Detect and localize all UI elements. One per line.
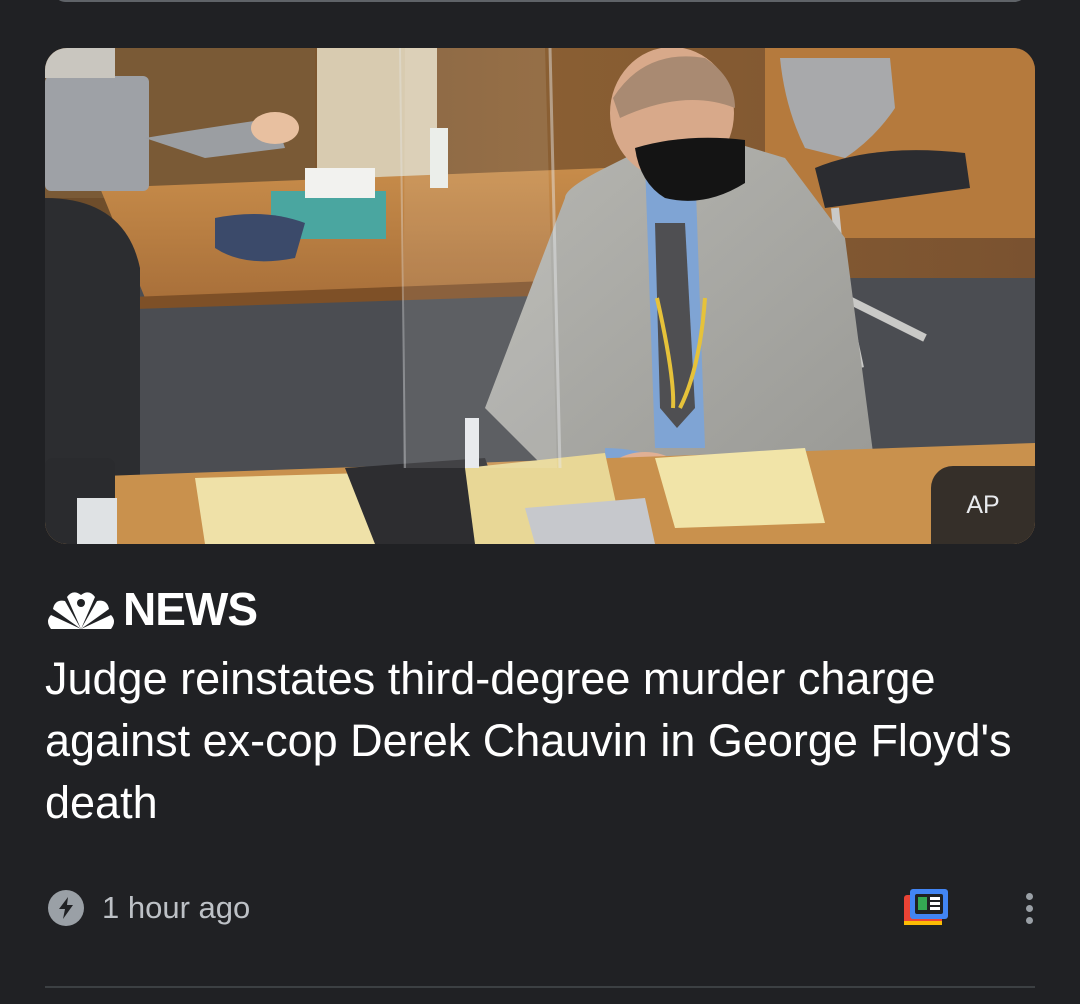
- bolt-icon: [48, 890, 84, 926]
- card-divider: [45, 986, 1035, 988]
- news-feed: AP NEWS Judge reinstates third-degree mu…: [0, 0, 1080, 1004]
- article-headline[interactable]: Judge reinstates third-degree murder cha…: [45, 648, 1020, 834]
- publisher-name: NEWS: [123, 583, 258, 635]
- more-vert-icon[interactable]: [1009, 886, 1049, 930]
- news-card[interactable]: AP NEWS Judge reinstates third-degree mu…: [45, 48, 1035, 988]
- previous-card-edge: [52, 0, 1028, 2]
- newsstand-icon[interactable]: [902, 887, 950, 929]
- article-image[interactable]: AP: [45, 48, 1035, 544]
- publisher-row[interactable]: NEWS: [45, 583, 258, 635]
- image-credit-badge: AP: [931, 466, 1035, 544]
- nbc-peacock-icon: [48, 592, 114, 629]
- article-meta-row: 1 hour ago: [45, 886, 1035, 930]
- timestamp: 1 hour ago: [102, 890, 251, 925]
- courtroom-photo: [45, 48, 1035, 544]
